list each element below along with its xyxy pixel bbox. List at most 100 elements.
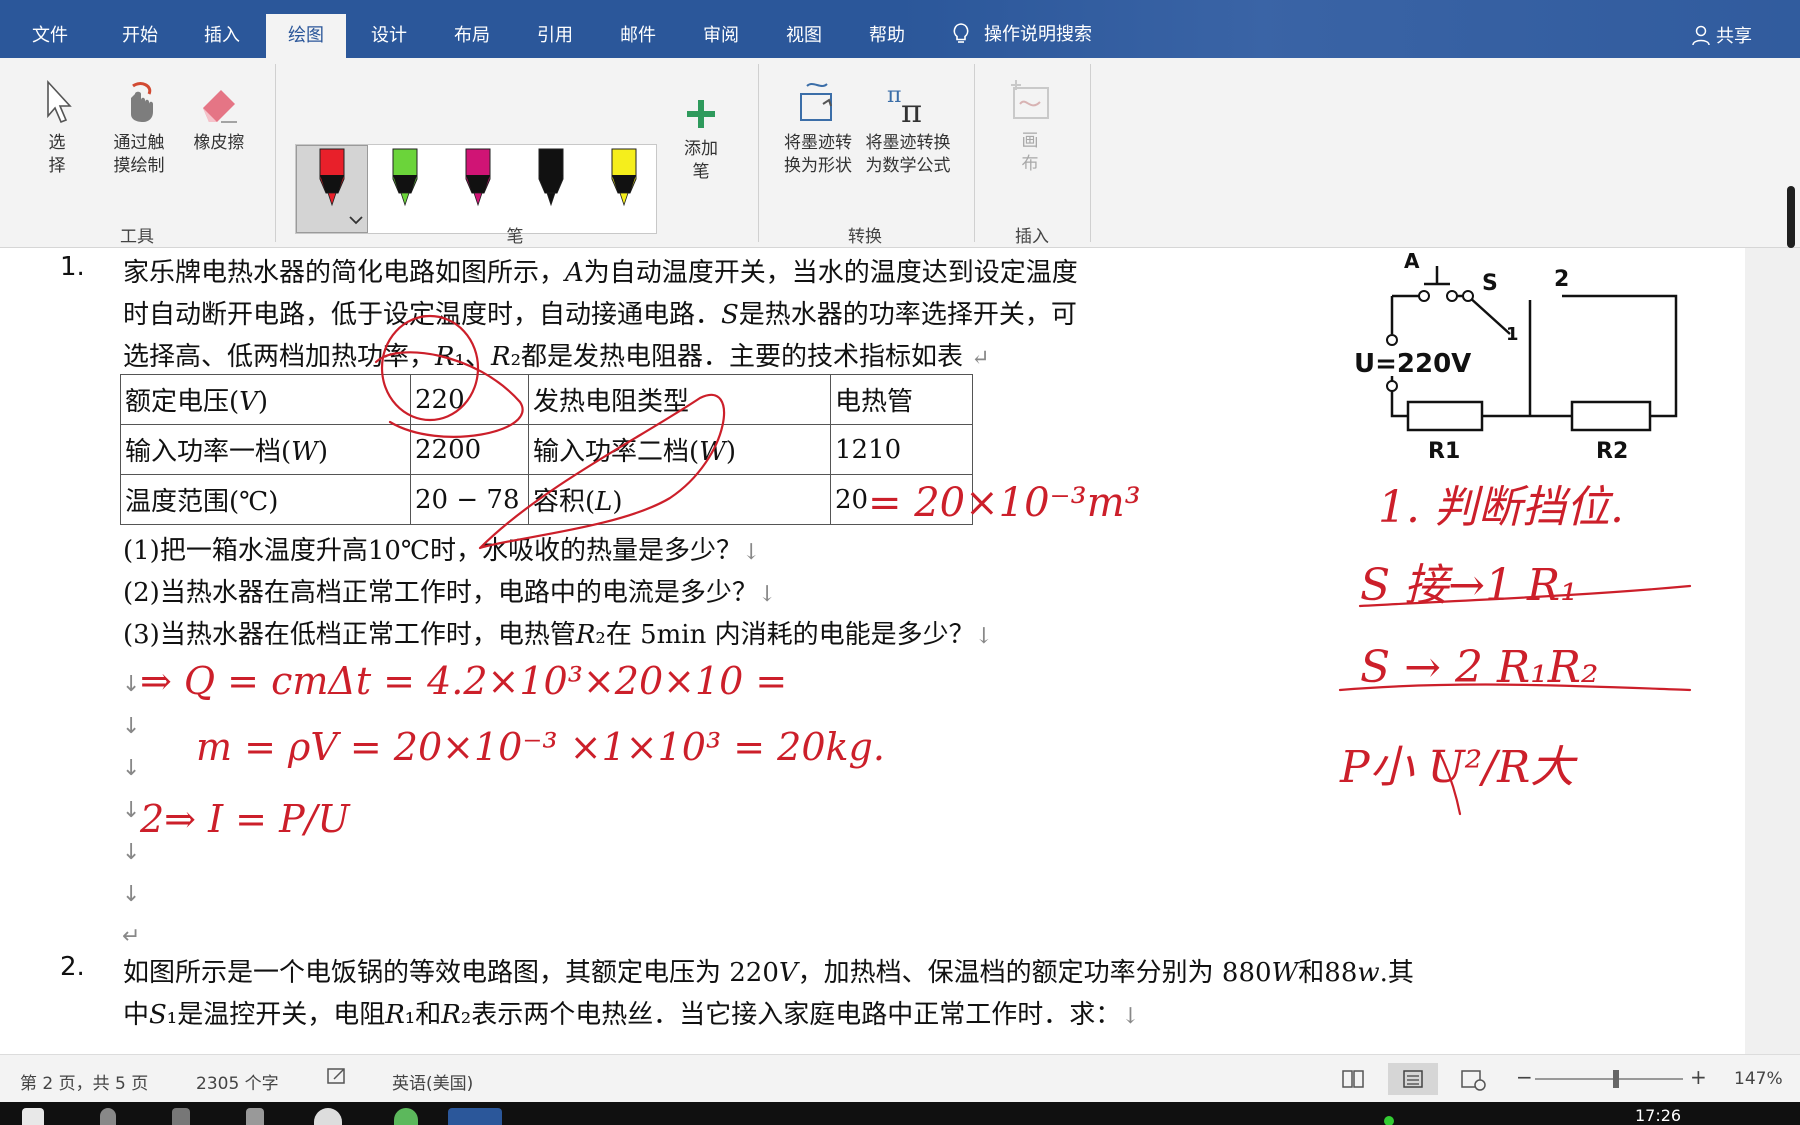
zoom-in-button[interactable]: +: [1690, 1065, 1707, 1089]
word-taskbar-icon[interactable]: [448, 1108, 502, 1125]
question-2-number: 2.: [60, 952, 85, 982]
start-icon[interactable]: [22, 1108, 44, 1125]
ink-note-gear: 1. 判断挡位.: [1378, 482, 1624, 533]
add-pen-button[interactable]: 添加 笔: [672, 96, 730, 184]
ink-note-power: P小 U²/R大: [1339, 742, 1578, 793]
circuit-diagram: A S 2 1 U=220V R1 R2: [1354, 249, 1678, 464]
ink-to-shape-label: 将墨迹转 换为形状: [784, 133, 852, 176]
zoom-out-button[interactable]: −: [1516, 1065, 1533, 1089]
document-page[interactable]: 1. 家乐牌电热水器的简化电路如图所示，𝐴为自动温度开关，当水的温度达到设定温度…: [0, 248, 1745, 1054]
web-layout-button[interactable]: [1448, 1063, 1498, 1095]
eraser-label: 橡皮擦: [193, 133, 245, 153]
table-row: 输入功率一档(𝑊) 2200 输入功率二档(𝑊) 1210: [120, 424, 973, 475]
page-count[interactable]: 第 2 页，共 5 页: [20, 1069, 148, 1094]
table-cell: 2200: [410, 424, 529, 475]
pen-3-icon[interactable]: [465, 148, 491, 207]
tab-review[interactable]: 审阅: [690, 0, 752, 58]
sub-question-1-text: (1)把一箱水温度升高10℃时，水吸收的热量是多少？: [123, 536, 742, 566]
tab-draw[interactable]: 绘图: [266, 14, 346, 58]
task-view-icon[interactable]: [172, 1108, 190, 1125]
group-divider: [974, 64, 975, 242]
sub-question-3: (3)当热水器在低档正常工作时，电热管𝑅₂在 5min 内消耗的电能是多少？↓: [123, 614, 993, 651]
circuit-label-a: A: [1404, 249, 1420, 273]
tab-layout[interactable]: 布局: [441, 0, 503, 58]
taskbar-clock[interactable]: 17:26: [1635, 1106, 1681, 1125]
pen-1-icon[interactable]: [319, 148, 345, 207]
insert-group-label: 插入: [1015, 227, 1049, 247]
tab-file[interactable]: 文件: [22, 0, 78, 58]
pen-5-icon[interactable]: [611, 148, 637, 207]
tab-design[interactable]: 设计: [358, 0, 420, 58]
table-cell: 输入功率一档(𝑊): [120, 424, 411, 475]
select-tool-label: 选 择: [48, 133, 66, 176]
canvas-icon: [1011, 80, 1049, 119]
question-1-line-1: 家乐牌电热水器的简化电路如图所示，𝐴为自动温度开关，当水的温度达到设定温度: [123, 258, 1078, 288]
share-button[interactable]: 共享: [1690, 22, 1752, 48]
tab-help[interactable]: 帮助: [856, 0, 918, 58]
select-tool-button[interactable]: 选 择: [32, 78, 82, 178]
proofing-icon[interactable]: [326, 1067, 348, 1092]
tools-group-label: 工具: [120, 227, 154, 247]
touch-hand-icon: [131, 82, 153, 122]
windows-taskbar: 17:26: [0, 1102, 1800, 1125]
read-mode-button[interactable]: [1328, 1063, 1378, 1095]
pen-gallery[interactable]: [295, 144, 657, 234]
browser-icon[interactable]: [394, 1108, 418, 1125]
add-pen-label: 添加 笔: [684, 139, 718, 182]
ink-mass-formula: m = ρV = 20×10⁻³ ×1×10³ = 20kg.: [196, 725, 885, 769]
book-icon: [1342, 1070, 1364, 1088]
question-1-line-2: 时自动断开电路，低于设定温度时，自动接通电路．𝑆是热水器的功率选择开关，可: [123, 300, 1077, 330]
ink-current-formula: 2⇒ I = P/U: [139, 797, 351, 841]
eraser-icon: [203, 90, 237, 123]
pen-icons: [319, 148, 637, 225]
scrollbar-thumb[interactable]: [1787, 186, 1795, 248]
touch-draw-button[interactable]: 通过触 摸绘制: [104, 78, 174, 178]
tell-me-search[interactable]: 操作说明搜索: [950, 20, 1092, 46]
tray-icon[interactable]: [1384, 1116, 1394, 1125]
print-layout-button[interactable]: [1388, 1063, 1438, 1095]
pen-4-icon[interactable]: [538, 148, 564, 207]
app-icon[interactable]: [314, 1108, 342, 1125]
pi-icon: π π: [887, 83, 922, 126]
sub-question-1: (1)把一箱水温度升高10℃时，水吸收的热量是多少？↓: [123, 530, 760, 567]
page-layout-icon: [1403, 1070, 1423, 1088]
web-layout-icon: [1461, 1070, 1486, 1091]
tab-insert[interactable]: 插入: [192, 0, 252, 58]
vertical-scrollbar[interactable]: [1745, 186, 1800, 1054]
cursor-arrow-icon: [47, 79, 72, 124]
table-cell: 220: [410, 374, 529, 425]
ribbon-tab-bar: 文件 开始 插入 绘图 设计 布局 引用 邮件 审阅 视图 帮助 操作说明搜索 …: [0, 0, 1800, 58]
table-cell: 电热管: [830, 374, 973, 425]
zoom-slider-thumb[interactable]: [1613, 1070, 1619, 1088]
question-1-line-3: 选择高、低两档加热功率，𝑅₁、𝑅₂都是发热电阻器．主要的技术指标如表 ↵: [123, 336, 990, 373]
ink-to-math-button[interactable]: π π 将墨迹转换 为数学公式: [860, 78, 956, 178]
search-icon[interactable]: [100, 1108, 116, 1125]
zoom-level[interactable]: 147%: [1734, 1069, 1783, 1089]
question-1-line-3-text: 选择高、低两档加热功率，𝑅₁、𝑅₂都是发热电阻器．主要的技术指标如表: [123, 342, 963, 372]
canvas-button[interactable]: 画 布: [1002, 76, 1058, 176]
eraser-button[interactable]: 橡皮擦: [188, 78, 250, 155]
ink-to-shape-button[interactable]: 将墨迹转 换为形状: [778, 78, 858, 178]
language[interactable]: 英语(美国): [392, 1069, 473, 1094]
circuit-label-s: S: [1482, 271, 1498, 296]
group-divider: [758, 64, 759, 242]
tab-view[interactable]: 视图: [773, 0, 835, 58]
line-break-mark: ↓: [757, 582, 777, 607]
lightbulb-icon: [953, 23, 969, 43]
question-2-line-2-text: 中𝑆₁是温控开关，电阻𝑅₁和𝑅₂表示两个电热丝．当它接入家庭电路中正常工作时．求…: [123, 1000, 1122, 1030]
tab-references[interactable]: 引用: [524, 0, 586, 58]
ink-to-math-label: 将墨迹转换 为数学公式: [865, 133, 951, 176]
canvas-label: 画 布: [1021, 131, 1039, 174]
sub-question-2: (2)当热水器在高档正常工作时，电路中的电流是多少？↓: [123, 572, 776, 609]
table-cell: 温度范围(℃): [120, 474, 411, 525]
tab-mailings[interactable]: 邮件: [607, 0, 669, 58]
pen-2-icon[interactable]: [392, 148, 418, 207]
zoom-slider-track[interactable]: [1535, 1078, 1683, 1080]
paragraph-mark: ↵: [971, 346, 990, 371]
circuit-label-2: 2: [1554, 267, 1569, 292]
table-cell: 1210: [830, 424, 973, 475]
tab-home[interactable]: 开始: [110, 0, 170, 58]
sub-question-2-text: (2)当热水器在高档正常工作时，电路中的电流是多少？: [123, 578, 758, 608]
explorer-icon[interactable]: [246, 1108, 264, 1125]
word-count[interactable]: 2305 个字: [196, 1069, 279, 1094]
